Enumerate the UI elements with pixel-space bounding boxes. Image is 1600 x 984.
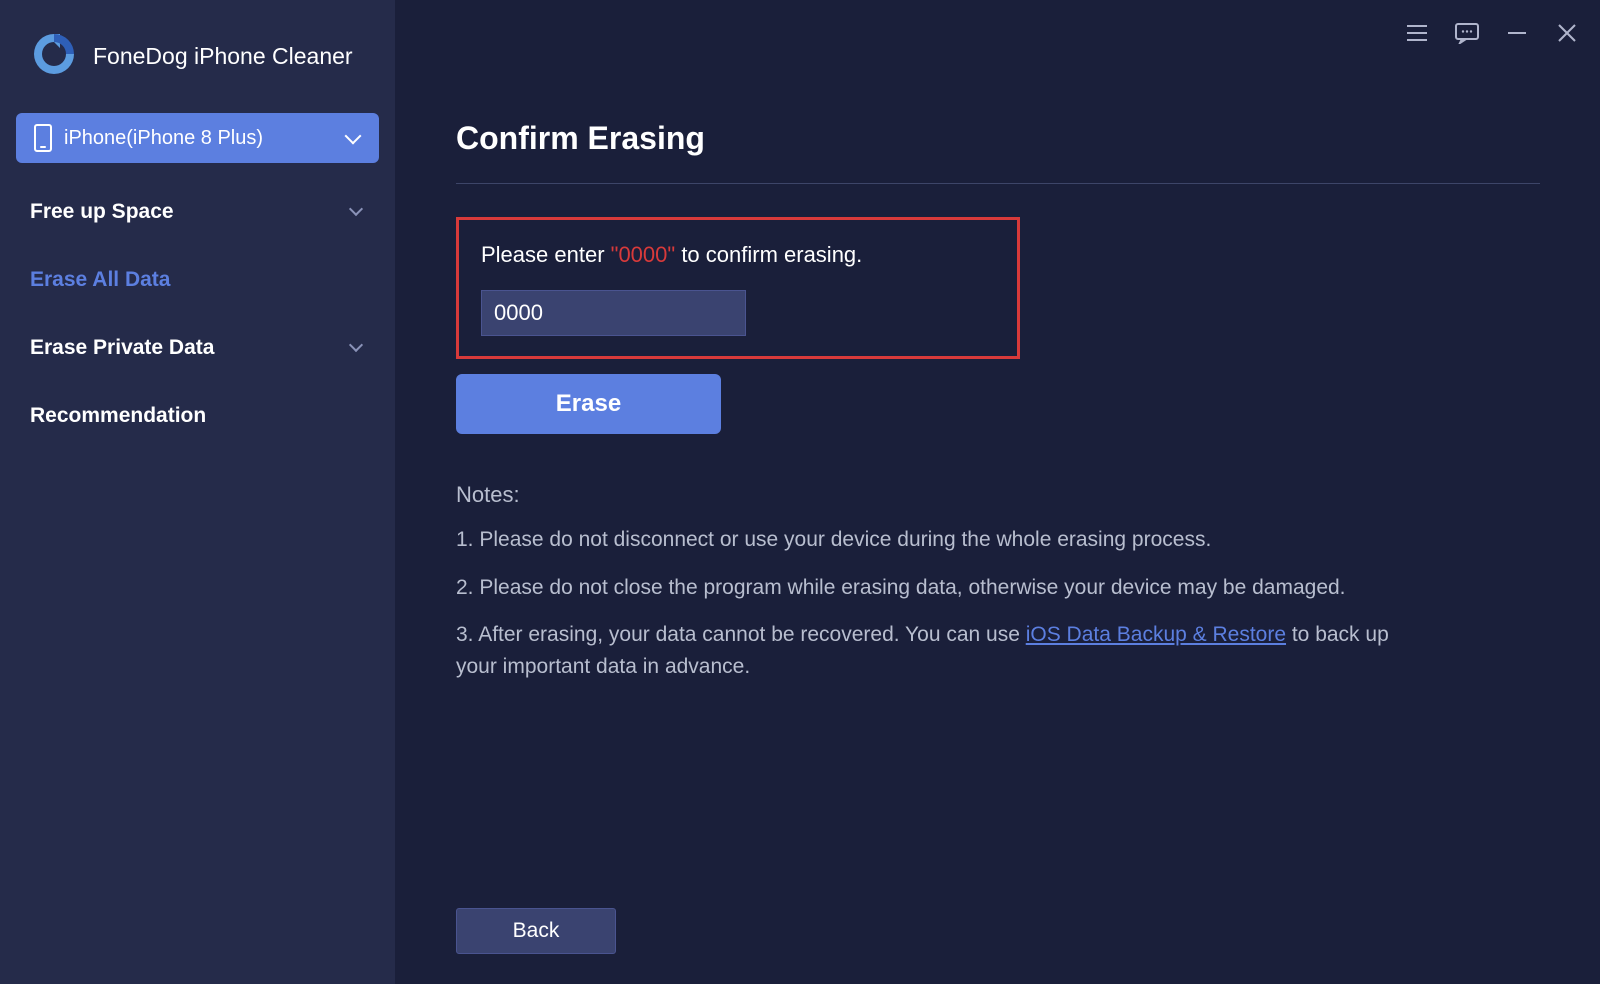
chevron-down-icon xyxy=(349,207,365,217)
device-selector[interactable]: iPhone(iPhone 8 Plus) xyxy=(16,113,379,163)
device-name: iPhone(iPhone 8 Plus) xyxy=(64,127,333,150)
sidebar-item-label: Erase All Data xyxy=(30,268,170,292)
sidebar-item-erase-private-data[interactable]: Erase Private Data xyxy=(0,314,395,382)
chevron-down-icon xyxy=(349,343,365,353)
feedback-icon[interactable] xyxy=(1454,20,1480,46)
ios-backup-restore-link[interactable]: iOS Data Backup & Restore xyxy=(1026,623,1286,646)
confirm-box: Please enter "0000" to confirm erasing. xyxy=(456,217,1020,359)
prompt-text-pre: Please enter xyxy=(481,242,611,267)
prompt-code: "0000" xyxy=(611,242,676,267)
note-line-2: 2. Please do not close the program while… xyxy=(456,572,1396,604)
notes-section: Notes: 1. Please do not disconnect or us… xyxy=(456,482,1540,698)
back-button[interactable]: Back xyxy=(456,908,616,954)
sidebar-item-recommendation[interactable]: Recommendation xyxy=(0,382,395,450)
prompt-text-post: to confirm erasing. xyxy=(675,242,862,267)
window-controls xyxy=(1404,20,1580,46)
note-line-3: 3. After erasing, your data cannot be re… xyxy=(456,619,1396,682)
confirm-prompt: Please enter "0000" to confirm erasing. xyxy=(481,242,995,268)
menu-icon[interactable] xyxy=(1404,20,1430,46)
sidebar-item-label: Recommendation xyxy=(30,404,206,428)
note3-pre: 3. After erasing, your data cannot be re… xyxy=(456,623,1026,646)
minimize-icon[interactable] xyxy=(1504,20,1530,46)
app-title: FoneDog iPhone Cleaner xyxy=(93,43,353,70)
phone-icon xyxy=(34,124,52,152)
notes-heading: Notes: xyxy=(456,482,1540,508)
sidebar-item-free-up-space[interactable]: Free up Space xyxy=(0,178,395,246)
sidebar-item-label: Free up Space xyxy=(30,200,174,224)
close-icon[interactable] xyxy=(1554,20,1580,46)
chevron-down-icon xyxy=(345,133,361,143)
sidebar-item-label: Erase Private Data xyxy=(30,336,214,360)
note-line-1: 1. Please do not disconnect or use your … xyxy=(456,524,1396,556)
logo-area: FoneDog iPhone Cleaner xyxy=(0,15,395,113)
app-logo-icon xyxy=(30,30,78,83)
erase-button[interactable]: Erase xyxy=(456,374,721,434)
sidebar-item-erase-all-data[interactable]: Erase All Data xyxy=(0,246,395,314)
page-title: Confirm Erasing xyxy=(456,120,1540,184)
confirm-code-input[interactable] xyxy=(481,290,746,336)
main-content: Confirm Erasing Please enter "0000" to c… xyxy=(396,0,1600,984)
sidebar: FoneDog iPhone Cleaner iPhone(iPhone 8 P… xyxy=(0,0,396,984)
